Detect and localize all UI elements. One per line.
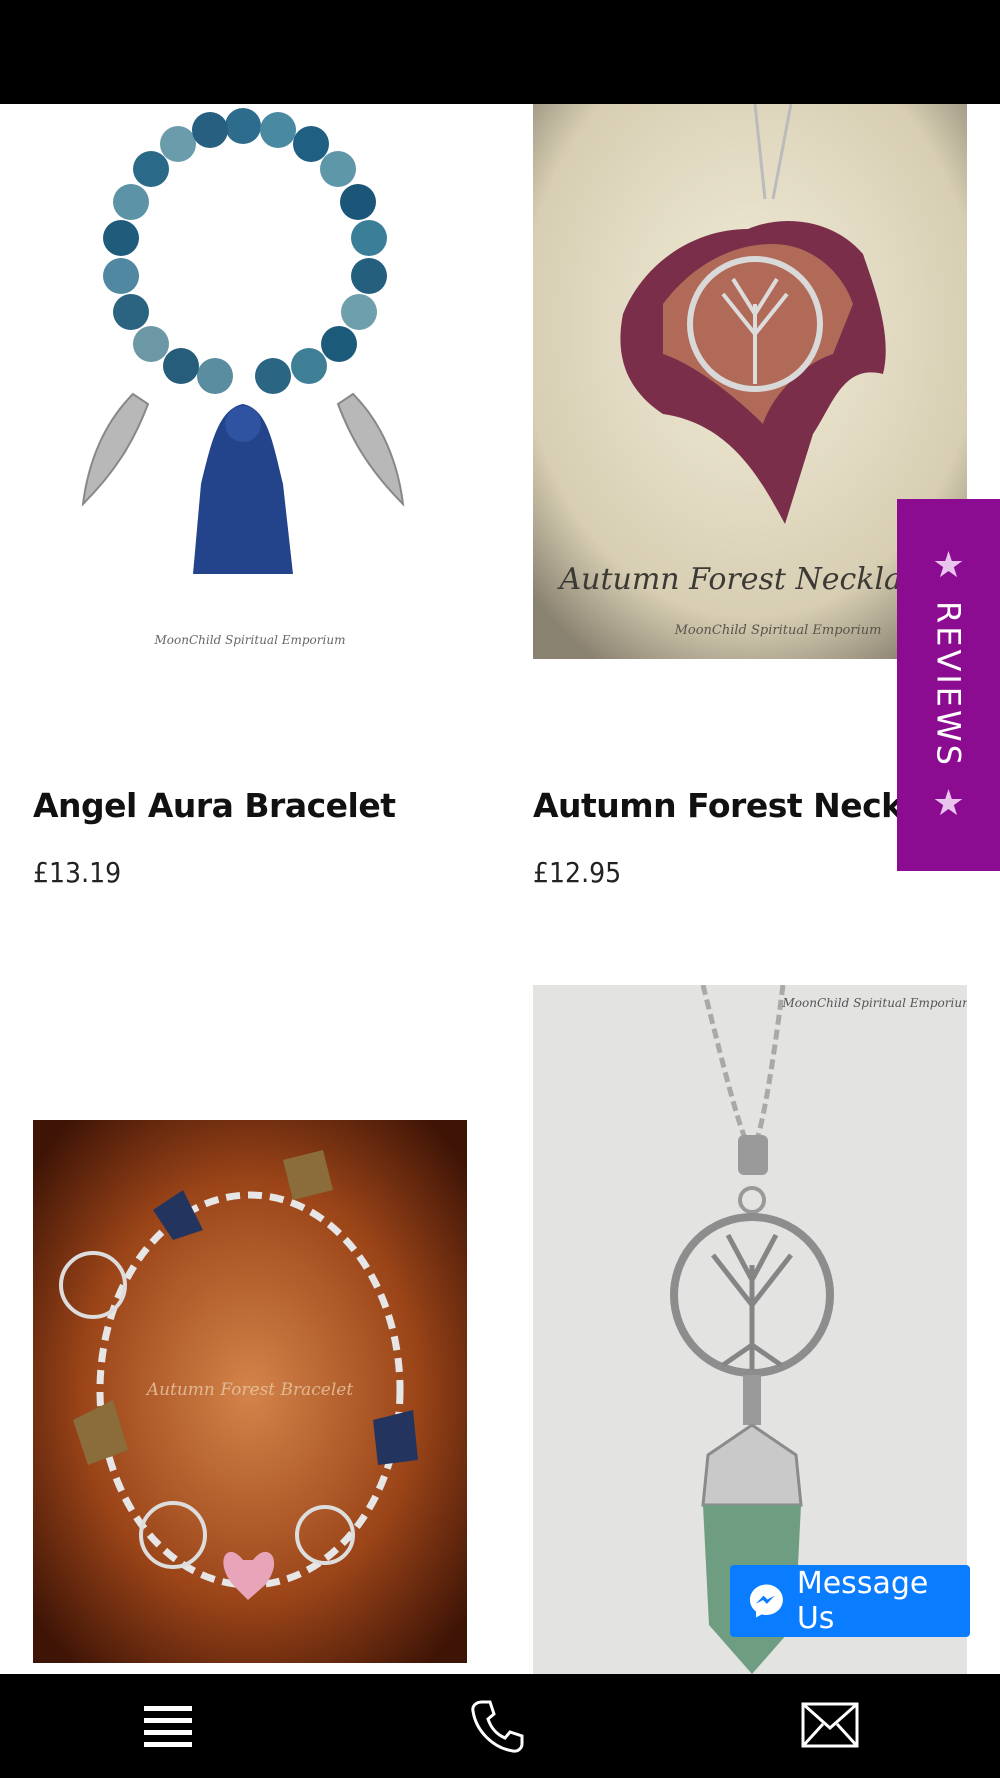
product-image-charm-bracelet[interactable]: Autumn Forest Bracelet <box>33 1120 467 1663</box>
phone-icon[interactable] <box>468 1696 528 1756</box>
image-watermark: MoonChild Spiritual Emporium <box>782 996 967 1010</box>
mail-icon[interactable] <box>800 1696 860 1756</box>
message-us-label: Message Us <box>796 1566 929 1636</box>
messenger-icon <box>749 1584 783 1618</box>
image-watermark: MoonChild Spiritual Emporium <box>674 623 882 638</box>
right-wing <box>336 392 405 507</box>
star-icon: ★ <box>932 781 965 823</box>
reviews-tab[interactable]: ★ REVIEWS ★ <box>897 499 1000 871</box>
bracelet-illustration: MoonChild Spiritual Emporium <box>81 108 405 647</box>
left-wing <box>81 392 150 507</box>
bottom-nav-bar <box>0 1674 1000 1778</box>
menu-icon[interactable] <box>139 1696 199 1756</box>
top-bar <box>0 0 1000 104</box>
bead-ring <box>103 108 387 394</box>
product-price: £13.19 <box>33 856 122 889</box>
product-price: £12.95 <box>533 856 622 889</box>
product-title[interactable]: Angel Aura Bracelet <box>33 786 396 825</box>
star-icon: ★ <box>932 544 965 585</box>
charm-bracelet-illustration: Autumn Forest Bracelet <box>33 1120 467 1663</box>
image-watermark: MoonChild Spiritual Emporium <box>154 633 346 647</box>
image-caption: Autumn Forest Bracelet <box>145 1380 354 1400</box>
message-us-button[interactable]: Message Us <box>730 1565 970 1637</box>
product-image-angel-aura-bracelet[interactable]: MoonChild Spiritual Emporium <box>33 104 467 654</box>
image-caption: Autumn Forest Necklace <box>556 562 936 597</box>
reviews-tab-label: REVIEWS <box>929 600 968 768</box>
product-title[interactable]: Autumn Forest Necklace <box>533 786 897 825</box>
